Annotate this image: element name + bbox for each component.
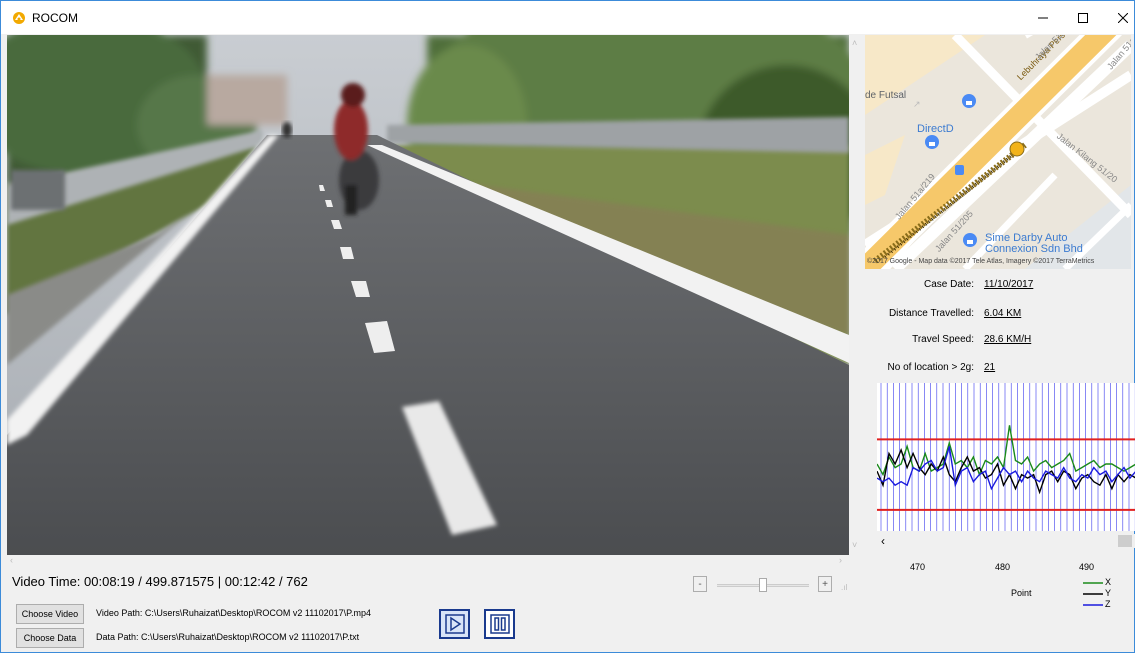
app-window: ROCOM ‹ › ˄ ˅ ↗ de Futsal DirectD Sime D…	[0, 0, 1135, 653]
pause-icon	[489, 614, 510, 634]
video-path-text: Video Path: C:\Users\Ruhaizat\Desktop\RO…	[96, 608, 371, 618]
speed-label: Travel Speed:	[912, 334, 974, 345]
x-tick-480: 480	[995, 562, 1011, 572]
legend-x-label: X	[1105, 577, 1112, 587]
transit-icon	[955, 165, 964, 175]
chart-scrollbar	[877, 534, 1135, 548]
maximize-icon	[1078, 12, 1088, 23]
scroll-right-icon[interactable]: ›	[839, 555, 842, 565]
map-label-sime-darby-2: Connexion Sdn Bhd	[985, 243, 1083, 255]
video-frame	[7, 35, 849, 555]
minimize-icon	[1038, 17, 1048, 18]
accelerometer-chart[interactable]: ‹	[876, 383, 1135, 577]
case-date-value: 11/10/2017	[984, 279, 1034, 290]
map-label-directd: DirectD	[917, 123, 954, 135]
close-icon	[1118, 12, 1128, 23]
scroll-left-icon[interactable]: ‹	[10, 555, 13, 565]
speed-value: 28.6 KM/H	[984, 334, 1032, 345]
locations-label: No of location > 2g:	[887, 362, 974, 373]
map-view[interactable]: ↗ de Futsal DirectD Sime Darby Auto Conn…	[865, 35, 1131, 269]
legend-y-label: Y	[1105, 588, 1112, 598]
rocom-logo-icon	[13, 12, 25, 24]
distance-value: 6.04 KM	[984, 308, 1022, 319]
chart-x-axis-label: Point	[1011, 588, 1032, 598]
legend-z-label: Z	[1105, 599, 1111, 609]
play-icon	[444, 614, 465, 634]
slider-tick-icon: .ıl	[841, 583, 848, 592]
chart-plot-area	[877, 383, 1135, 531]
video-time-readout: Video Time: 00:08:19 / 499.871575 | 00:1…	[12, 574, 308, 589]
distance-label: Distance Travelled:	[888, 308, 974, 319]
svg-text:↗: ↗	[913, 99, 921, 109]
locations-value: 21	[984, 362, 996, 373]
video-vertical-scrollbar[interactable]: ˄ ˅	[849, 35, 862, 555]
legend-y-line	[1083, 593, 1103, 595]
choose-video-button[interactable]: Choose Video	[16, 604, 84, 624]
zoom-slider[interactable]	[717, 578, 809, 592]
window-title: ROCOM	[32, 11, 78, 25]
legend-z-line	[1083, 604, 1103, 606]
title-bar[interactable]: ROCOM	[1, 1, 1134, 34]
zoom-out-button[interactable]: -	[693, 576, 707, 592]
case-date-label: Case Date:	[923, 279, 974, 290]
zoom-in-button[interactable]: +	[818, 576, 832, 592]
pause-button[interactable]	[484, 609, 515, 639]
chart-scroll-left-icon: ‹	[881, 534, 885, 548]
map-label-futsal: de Futsal	[865, 90, 907, 101]
close-button[interactable]	[1100, 1, 1135, 34]
video-horizontal-scrollbar[interactable]: ‹ ›	[7, 555, 849, 567]
zoom-slider-thumb[interactable]	[759, 578, 767, 592]
x-tick-490: 490	[1079, 562, 1095, 572]
choose-data-button[interactable]: Choose Data	[16, 628, 84, 648]
map-copyright: ©2017 Google - Map data ©2017 Tele Atlas…	[867, 258, 1095, 265]
data-path-text: Data Path: C:\Users\Ruhaizat\Desktop\ROC…	[96, 632, 360, 642]
scroll-up-icon[interactable]: ˄	[852, 38, 857, 48]
chart-scroll-thumb	[1118, 535, 1132, 547]
chart-svg: ‹	[876, 383, 1135, 548]
x-tick-470: 470	[910, 562, 926, 572]
legend-x-line	[1083, 582, 1103, 584]
scroll-down-icon[interactable]: ˅	[852, 540, 857, 550]
play-button[interactable]	[439, 609, 470, 639]
video-player[interactable]	[7, 35, 849, 555]
